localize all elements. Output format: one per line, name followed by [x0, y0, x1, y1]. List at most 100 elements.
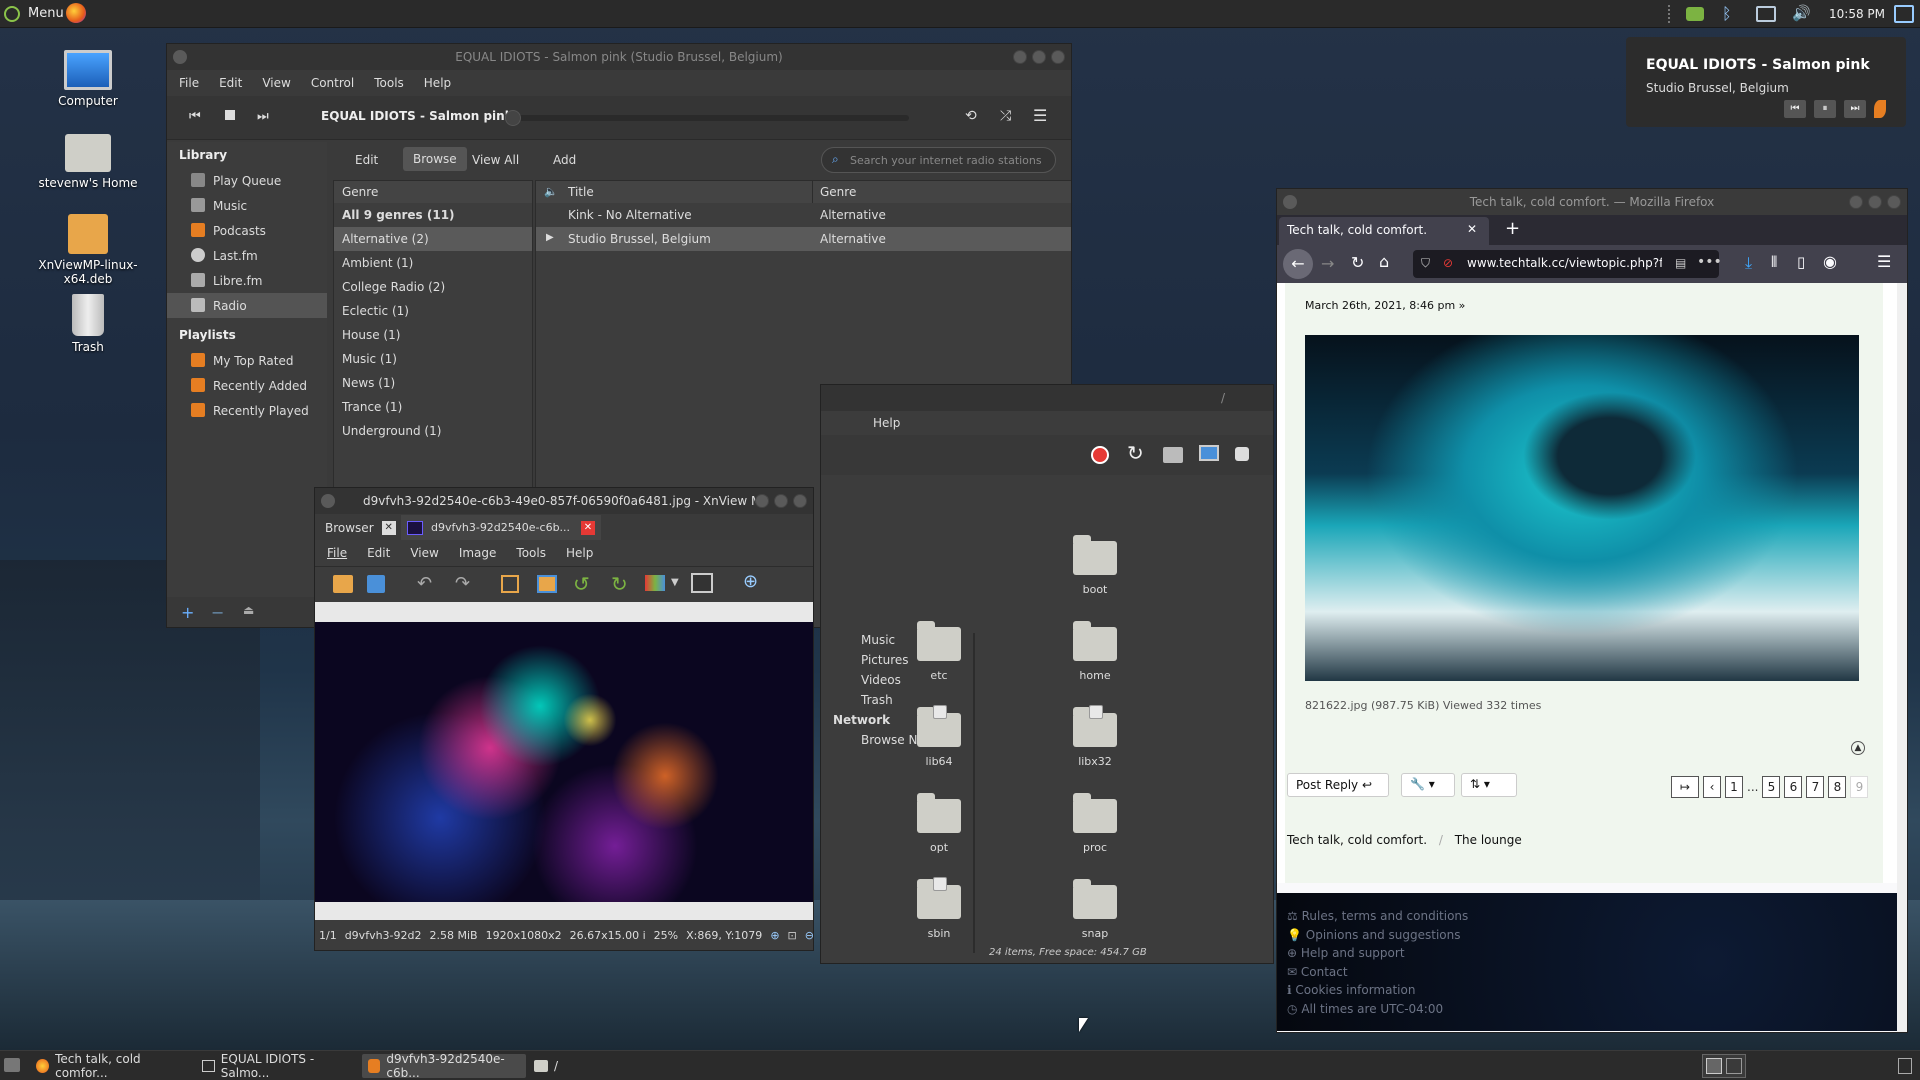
playlist-item-recently-played[interactable]: Recently Played	[167, 398, 327, 423]
minimize-button[interactable]	[1849, 195, 1863, 209]
task-xnview[interactable]: d9vfvh3-92d2540e-c6b...	[362, 1052, 526, 1080]
genre-column-header[interactable]: Genre	[334, 181, 532, 203]
back-icon[interactable]: ←	[1283, 249, 1313, 279]
desktop-icon-computer[interactable]: Computer	[28, 50, 148, 108]
crop-icon[interactable]	[501, 575, 519, 593]
page-button[interactable]: 5	[1762, 776, 1781, 798]
desktop-icon-deb[interactable]: XnViewMP-linux-x64.deb	[28, 214, 148, 286]
network-icon[interactable]	[1756, 6, 1776, 22]
sidebar-item-podcasts[interactable]: Podcasts	[167, 218, 327, 243]
clock[interactable]: 10:58 PM	[1829, 7, 1885, 21]
show-desktop-icon[interactable]	[1894, 5, 1914, 23]
window-menu-button[interactable]	[173, 50, 187, 64]
footer-link-opinions[interactable]: 💡 Opinions and suggestions	[1287, 926, 1468, 945]
task-file-manager[interactable]: /	[528, 1054, 588, 1078]
task-firefox[interactable]: Tech talk, cold comfor...	[30, 1052, 194, 1080]
sidebar-icon[interactable]: ▯	[1797, 253, 1805, 271]
seek-handle[interactable]	[505, 110, 521, 126]
reload-icon[interactable]: ↻	[1127, 441, 1144, 465]
hamburger-menu-icon[interactable]: ☰	[1033, 106, 1047, 125]
reload-icon[interactable]: ↻	[1351, 253, 1364, 272]
playlist-item-recently-added[interactable]: Recently Added	[167, 373, 327, 398]
station-search-input[interactable]: ⌕ Search your internet radio stations	[821, 147, 1056, 173]
home-icon[interactable]: ⌂	[1379, 252, 1389, 271]
menu-help[interactable]: Help	[414, 70, 461, 96]
browser-tab[interactable]: Tech talk, cold comfort. ✕	[1279, 217, 1489, 245]
minimize-button[interactable]	[1013, 50, 1027, 64]
tab-image[interactable]: d9vfvh3-92d2540e-c6b... ✕	[401, 515, 601, 540]
menu-file[interactable]: File	[317, 542, 357, 564]
page-button[interactable]: 6	[1784, 776, 1803, 798]
next-track-icon[interactable]: ⏭	[257, 109, 269, 124]
remove-icon[interactable]: −	[211, 603, 224, 622]
folder-snap[interactable]: snap	[1055, 879, 1135, 940]
track-row-playing[interactable]: ▶ Studio Brussel, Belgium Alternative	[536, 227, 1071, 251]
notification-next-button[interactable]: ⏭	[1844, 100, 1866, 118]
sidebar-item-lastfm[interactable]: Last.fm	[167, 243, 327, 268]
tab-browser[interactable]: Browser ✕	[319, 517, 402, 539]
close-button[interactable]	[1887, 195, 1901, 209]
folder-sbin[interactable]: sbin	[899, 877, 979, 940]
track-row[interactable]: Kink - No Alternative Alternative	[536, 203, 1071, 227]
account-icon[interactable]: ◉	[1823, 252, 1837, 271]
zoom-fit-icon[interactable]: ⊡	[788, 929, 797, 942]
folder-proc[interactable]: proc	[1055, 793, 1135, 854]
workspace-switcher[interactable]	[1702, 1054, 1746, 1078]
menu-file[interactable]: File	[169, 70, 209, 96]
folder-boot[interactable]: boot	[1055, 535, 1135, 596]
genre-row[interactable]: All 9 genres (11)	[334, 203, 532, 227]
tab-close-icon[interactable]: ✕	[1467, 222, 1477, 236]
previous-track-icon[interactable]: ⏮	[189, 109, 201, 124]
volume-icon[interactable]: 🔊	[1792, 4, 1811, 22]
firefox-titlebar[interactable]: Tech talk, cold comfort. — Mozilla Firef…	[1277, 189, 1907, 215]
show-desktop-icon[interactable]	[4, 1058, 20, 1072]
workspace-2[interactable]	[1726, 1058, 1742, 1074]
breadcrumb-item[interactable]: Tech talk, cold comfort.	[1287, 833, 1427, 847]
tab-view-all[interactable]: View All	[472, 153, 519, 167]
url-bar[interactable]: ⛉ ⊘ www.techtalk.cc/viewtopic.php?f= ▤ •…	[1413, 250, 1722, 278]
update-manager-icon[interactable]	[1686, 7, 1704, 21]
wave-attachment-image[interactable]	[1305, 335, 1859, 681]
menu-button[interactable]: Menu	[28, 6, 64, 21]
sidebar-item-radio[interactable]: Radio	[167, 293, 327, 318]
sidebar-item-play-queue[interactable]: Play Queue	[167, 168, 327, 193]
shuffle-icon[interactable]: ⤮	[1000, 108, 1011, 124]
workspace-1[interactable]	[1706, 1058, 1722, 1074]
back-to-top-icon[interactable]: ▲	[1851, 741, 1865, 755]
menu-control[interactable]: Control	[301, 70, 364, 96]
window-menu-button[interactable]	[1283, 195, 1297, 209]
view-toggle-icon[interactable]	[1235, 447, 1249, 461]
page-scrollbar[interactable]	[1897, 283, 1907, 1032]
page-button[interactable]: 1	[1725, 776, 1743, 798]
minimize-button[interactable]	[755, 494, 769, 508]
folder-libx32[interactable]: libx32	[1055, 705, 1135, 768]
page-button[interactable]: 8	[1828, 776, 1847, 798]
menu-tools[interactable]: Tools	[364, 70, 414, 96]
genre-row[interactable]: House (1)	[334, 323, 532, 347]
zoom-in-icon[interactable]: ⊕	[743, 571, 758, 592]
genre-row[interactable]: Underground (1)	[334, 419, 532, 443]
tab-close-icon[interactable]: ✕	[381, 521, 396, 535]
menu-view[interactable]: View	[252, 70, 300, 96]
eject-icon[interactable]: ⏏	[243, 603, 254, 617]
computer-icon[interactable]	[1199, 445, 1219, 461]
menu-help[interactable]: Help	[556, 542, 603, 564]
previous-page-icon[interactable]: ‹	[1703, 776, 1721, 798]
menu-help[interactable]: Help	[873, 416, 900, 430]
download-icon[interactable]: ⤓	[1745, 253, 1752, 273]
file-manager-titlebar[interactable]: /	[821, 385, 1273, 411]
shield-icon[interactable]: ⛉	[1421, 256, 1430, 271]
playlist-item-top-rated[interactable]: My Top Rated	[167, 348, 327, 373]
place-item-trash[interactable]: Trash	[831, 693, 981, 713]
menu-tools[interactable]: Tools	[506, 542, 556, 564]
tab-edit[interactable]: Edit	[355, 153, 378, 167]
xnview-titlebar[interactable]: d9vfvh3-92d2540e-c6b3-49e0-857f-06590f0a…	[315, 488, 813, 514]
reader-view-icon[interactable]: ▤	[1675, 256, 1686, 270]
folder-home[interactable]: home	[1055, 621, 1135, 682]
footer-link-rules[interactable]: ⚖ Rules, terms and conditions	[1287, 907, 1468, 926]
post-reply-button[interactable]: Post Reply ↩	[1287, 773, 1389, 797]
genre-row[interactable]: College Radio (2)	[334, 275, 532, 299]
insecure-lock-icon[interactable]: ⊘	[1443, 256, 1453, 270]
folder-etc[interactable]: etc	[899, 621, 979, 682]
column-title[interactable]: Title	[568, 185, 594, 199]
